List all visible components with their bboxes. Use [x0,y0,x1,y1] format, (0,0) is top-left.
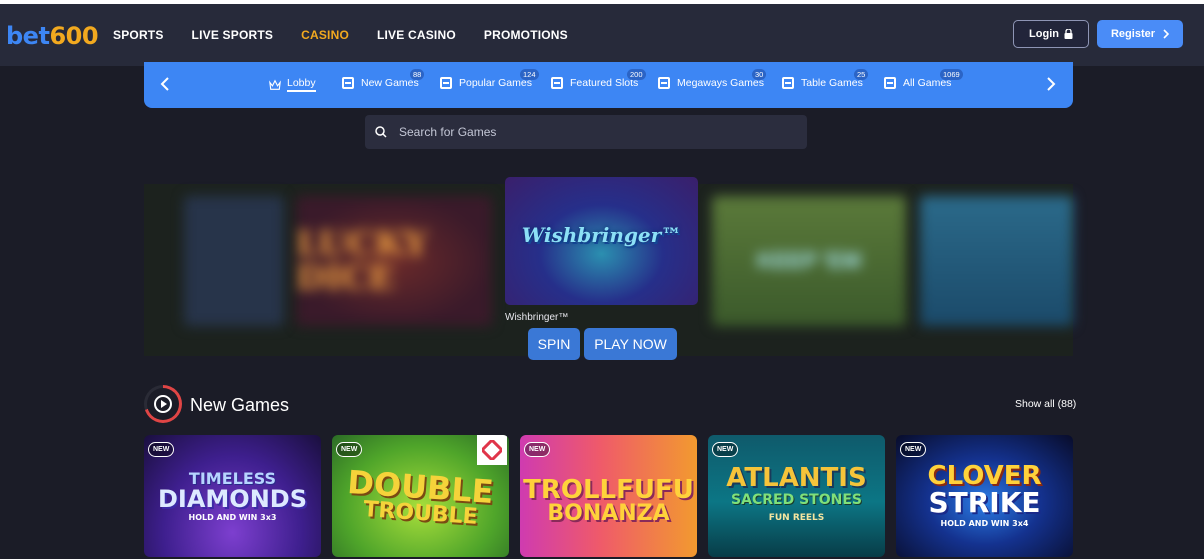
new-games-section-icon [144,385,182,423]
new-badge: NEW [900,442,927,457]
game-title-art: Wishbringer™ [521,223,682,247]
new-badge: NEW [712,442,739,457]
main-nav: SPORTS LIVE SPORTS CASINO LIVE CASINO PR… [113,4,596,66]
bet600-logo[interactable]: bet600 [6,22,99,50]
crown-icon [269,78,281,90]
featured-game-name: Wishbringer™ [505,312,569,323]
tab-featured-slots[interactable]: Featured Slots 200 [551,69,646,89]
count-badge: 25 [854,69,869,80]
tab-new-games[interactable]: New Games 88 [342,69,425,89]
grid-icon [782,77,794,89]
tab-lobby[interactable]: Lobby [269,77,316,92]
search-input[interactable] [399,125,779,139]
new-badge: NEW [524,442,551,457]
grid-icon [884,77,896,89]
featured-game-card[interactable]: Wishbringer™ [505,177,698,305]
carousel-card-keep-em[interactable]: KEEP 'EM [712,196,906,326]
lock-icon [1064,29,1073,39]
grid-icon [440,77,452,89]
count-badge: 1069 [940,69,963,80]
play-circle-icon [154,395,172,413]
tab-table-games[interactable]: Table Games 25 [782,69,869,89]
tab-all-games[interactable]: All Games 1069 [884,69,963,89]
game-card-trollfufu-bonanza[interactable]: NEW TROLLFUFU BONANZA [520,435,697,557]
play-now-button[interactable]: PLAY NOW [584,328,677,360]
nav-live-casino[interactable]: LIVE CASINO [377,4,456,66]
category-bar: Lobby New Games 88 Popular Games 124 Fea… [144,62,1073,108]
chevron-right-icon[interactable] [1046,75,1056,95]
carousel-card-blurred[interactable] [920,196,1073,326]
carousel-card-lucky-dice[interactable]: LUCKY DICE [296,196,492,326]
register-button[interactable]: Register [1097,20,1183,48]
provider-logo-icon [477,435,507,465]
new-badge: NEW [336,442,363,457]
search-bar [365,115,807,149]
tab-megaways-games[interactable]: Megaways Games 30 [658,69,767,89]
grid-icon [551,77,563,89]
nav-casino[interactable]: CASINO [301,4,349,66]
new-badge: NEW [148,442,175,457]
nav-live-sports[interactable]: LIVE SPORTS [192,4,274,66]
site-header: bet600 SPORTS LIVE SPORTS CASINO LIVE CA… [0,4,1204,66]
count-badge: 88 [410,69,425,80]
carousel-card-blurred[interactable] [184,196,284,326]
grid-icon [658,77,670,89]
game-card-atlantis-sacred-stones[interactable]: NEW ATLANTIS SACRED STONES FUN REELS [708,435,885,557]
chevron-left-icon[interactable] [160,75,170,95]
game-card-double-trouble[interactable]: NEW DOUBLE TROUBLE [332,435,509,557]
show-all-link[interactable]: Show all (88) [1015,398,1076,410]
count-badge: 200 [627,69,646,80]
section-title: New Games [190,395,290,415]
count-badge: 30 [752,69,767,80]
game-card-clover-strike[interactable]: NEW CLOVER STRIKE HOLD AND WIN 3x4 [896,435,1073,557]
login-button[interactable]: Login [1013,20,1089,48]
game-card-timeless-diamonds[interactable]: NEW TIMELESS DIAMONDS HOLD AND WIN 3x3 [144,435,321,557]
tab-popular-games[interactable]: Popular Games 124 [440,69,539,89]
search-icon [375,126,387,138]
chevron-right-icon [1163,29,1170,39]
nav-promotions[interactable]: PROMOTIONS [484,4,568,66]
count-badge: 124 [520,69,539,80]
spin-button[interactable]: SPIN [528,328,580,360]
nav-sports[interactable]: SPORTS [113,4,164,66]
grid-icon [342,77,354,89]
